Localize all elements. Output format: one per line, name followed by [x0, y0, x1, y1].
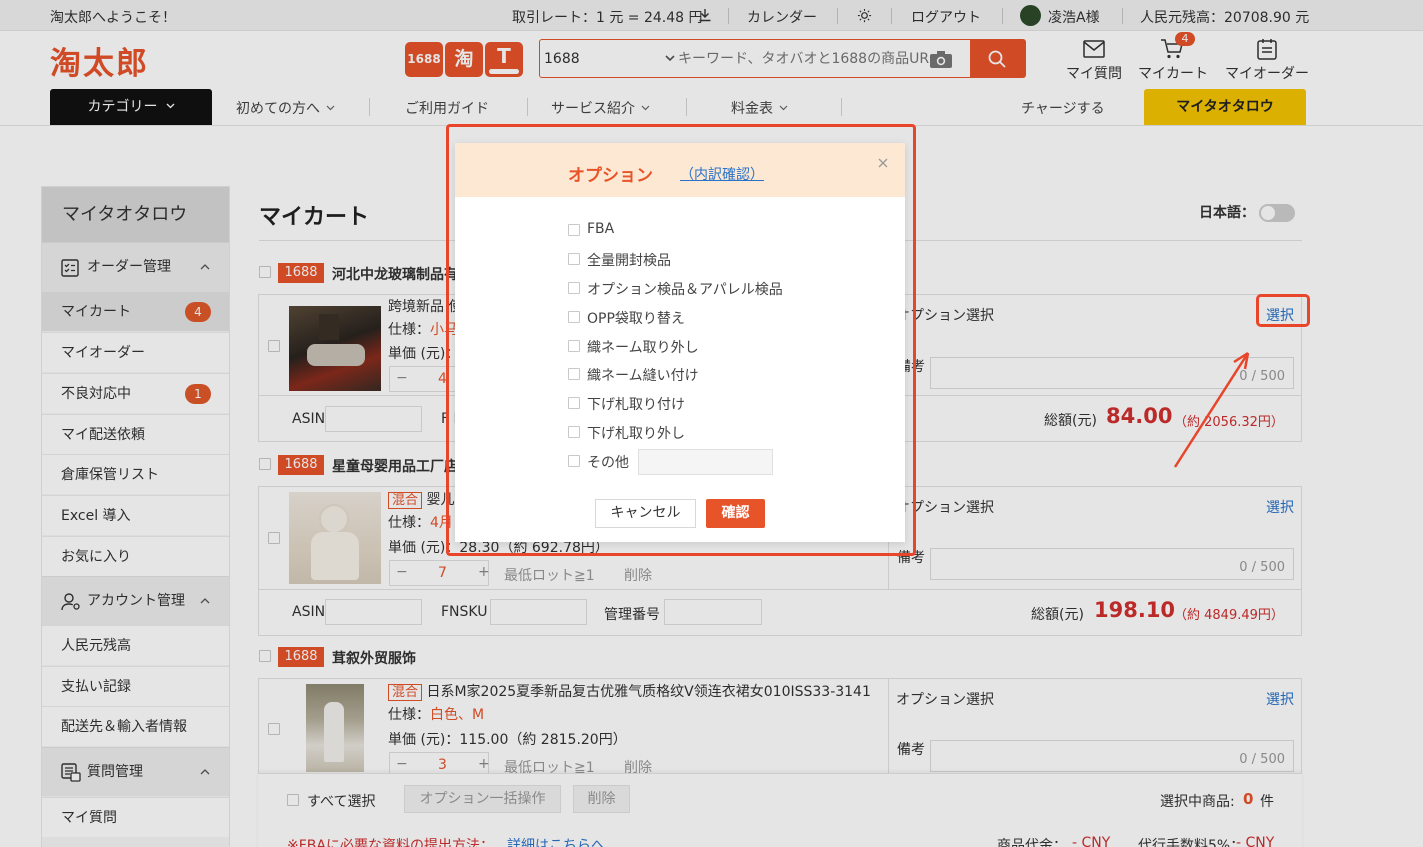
- annotation-highlight-select: [1256, 294, 1310, 327]
- annotation-arrow-icon: [1173, 351, 1250, 468]
- annotation-highlight-modal: [446, 124, 916, 556]
